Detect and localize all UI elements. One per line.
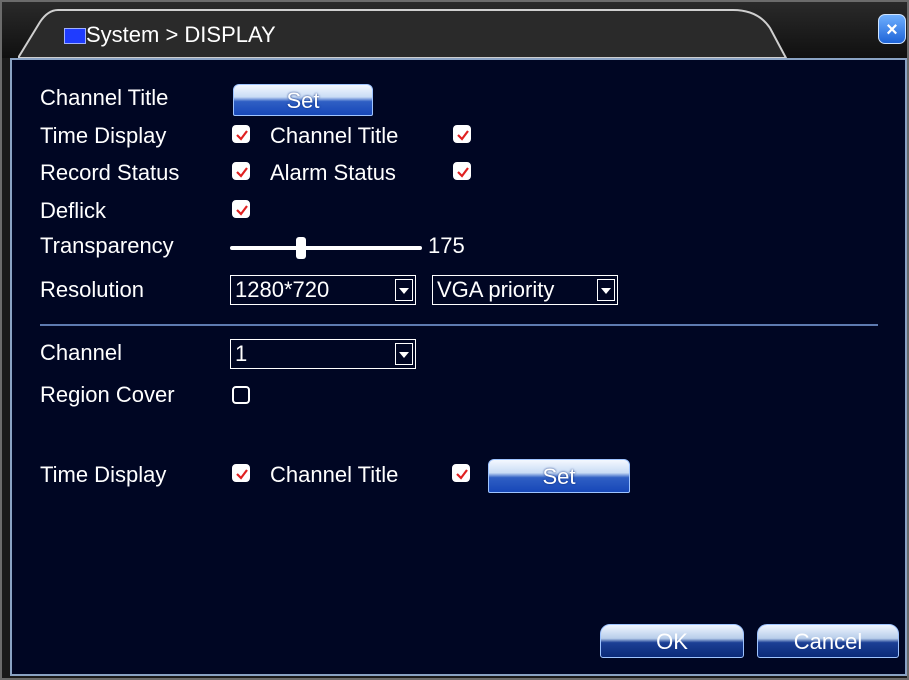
section-divider: [40, 324, 878, 326]
checkmark-icon: [457, 130, 469, 141]
checkmark-icon: [236, 167, 248, 178]
title-tab: System > DISPLAY: [18, 8, 788, 58]
channel-time-display-label: Time Display: [40, 462, 167, 487]
resolution-value: 1280*720: [235, 277, 330, 302]
time-display-checkbox[interactable]: [232, 125, 250, 143]
chevron-down-icon: [395, 279, 413, 301]
channel-select[interactable]: 1: [230, 339, 416, 369]
channel-time-display-checkbox[interactable]: [232, 464, 250, 482]
channel-set-button[interactable]: Set: [488, 459, 630, 493]
checkmark-icon: [236, 130, 248, 141]
channel-channel-title-checkbox[interactable]: [452, 464, 470, 482]
channel-title-set-button[interactable]: Set: [233, 84, 373, 116]
record-status-label: Record Status: [40, 160, 180, 185]
cancel-button[interactable]: Cancel: [757, 624, 899, 658]
slider-knob[interactable]: [296, 237, 306, 259]
checkmark-icon: [457, 167, 469, 178]
time-display-label: Time Display: [40, 123, 167, 148]
display-settings-panel: Channel Title Set Time Display Channel T…: [10, 58, 907, 676]
channel-channel-title-label: Channel Title: [270, 462, 399, 487]
chevron-down-icon: [395, 343, 413, 365]
alarm-status-checkbox[interactable]: [453, 162, 471, 180]
transparency-label: Transparency: [40, 233, 174, 258]
cancel-button-label: Cancel: [793, 629, 863, 654]
chevron-down-icon: [597, 279, 615, 301]
channel-title-label: Channel Title: [40, 85, 169, 110]
channel-title-checkbox[interactable]: [453, 125, 471, 143]
ok-button-label: OK: [656, 629, 688, 654]
set-button-label: Set: [542, 464, 576, 489]
channel-title-check-label: Channel Title: [270, 123, 399, 148]
resolution-select[interactable]: 1280*720: [230, 275, 416, 305]
close-button[interactable]: ×: [878, 14, 906, 44]
title-bar: System > DISPLAY ×: [0, 0, 909, 58]
deflick-checkbox[interactable]: [232, 200, 250, 218]
output-priority-select[interactable]: VGA priority: [432, 275, 618, 305]
checkmark-icon: [456, 469, 468, 480]
slider-track: [230, 246, 422, 250]
channel-value: 1: [235, 341, 248, 366]
output-priority-value: VGA priority: [437, 277, 555, 302]
region-cover-label: Region Cover: [40, 382, 175, 407]
window-title: System > DISPLAY: [86, 22, 276, 47]
channel-label: Channel: [40, 340, 122, 365]
transparency-value: 175: [428, 233, 465, 258]
checkmark-icon: [236, 469, 248, 480]
transparency-slider[interactable]: [230, 235, 422, 261]
ok-button[interactable]: OK: [600, 624, 744, 658]
checkmark-icon: [236, 205, 248, 216]
alarm-status-label: Alarm Status: [270, 160, 396, 185]
close-icon: ×: [886, 19, 898, 41]
resolution-label: Resolution: [40, 277, 144, 302]
region-cover-checkbox[interactable]: [232, 386, 250, 404]
record-status-checkbox[interactable]: [232, 162, 250, 180]
deflick-label: Deflick: [40, 198, 107, 223]
set-button-label: Set: [286, 88, 320, 113]
monitor-icon: [64, 28, 86, 44]
